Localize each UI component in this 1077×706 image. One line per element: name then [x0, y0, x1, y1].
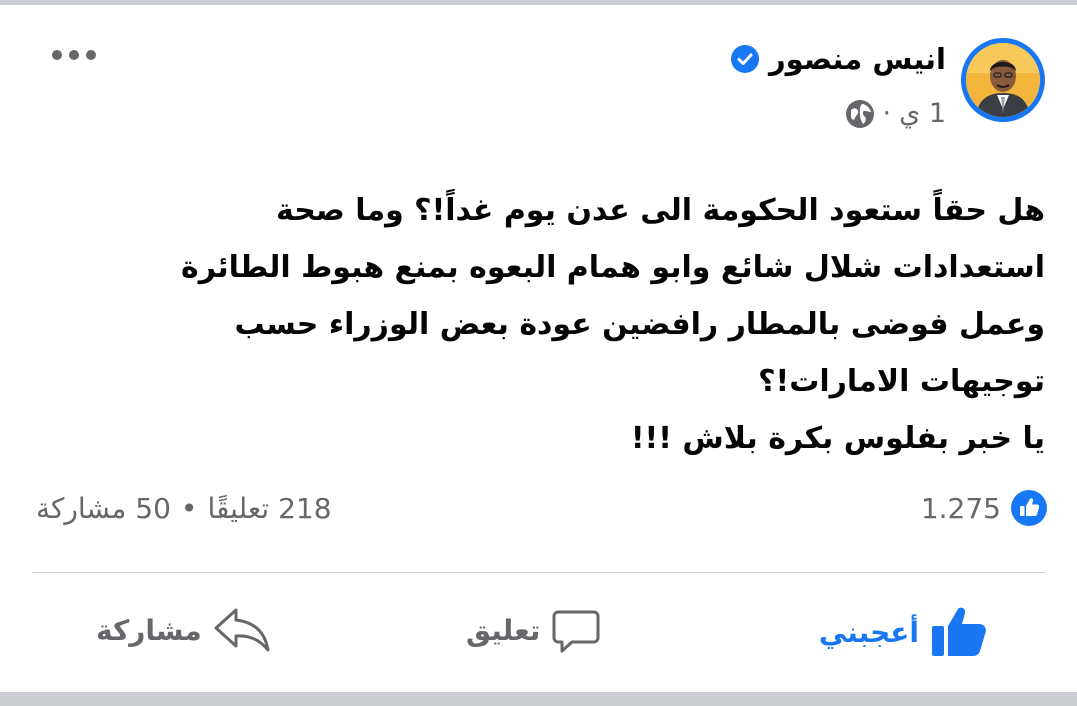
meta-separator: · [882, 98, 892, 129]
like-button[interactable]: أعجبني [819, 606, 987, 658]
share-label: مشاركة [96, 613, 202, 647]
more-dot [52, 50, 62, 60]
like-label: أعجبني [818, 615, 919, 649]
comments-count[interactable]: 218 تعليقًا [207, 492, 331, 525]
engagement-stats: 218 تعليقًا • 50 مشاركة [36, 492, 332, 525]
reactions-count: 1.275 [920, 491, 1001, 525]
post-text-line: يا خبر بفلوس بكرة بلاش !!! [630, 421, 1045, 456]
bottom-separator-band [0, 692, 1077, 706]
post-text-line: استعدادات شلال شائع وابو همام البعوه بمن… [180, 250, 1045, 285]
globe-icon [845, 99, 874, 128]
share-button[interactable]: مشاركة [96, 606, 270, 654]
thumbs-up-icon [932, 607, 986, 656]
post-body: هل حقاً ستعود الحكومة الى عدن يوم غداً!؟… [25, 182, 1045, 467]
more-options-icon[interactable] [52, 50, 96, 60]
avatar[interactable] [961, 38, 1045, 122]
share-arrow-icon [214, 608, 270, 652]
stats-separator: • [180, 492, 198, 525]
more-dot [69, 50, 79, 60]
divider [32, 572, 1045, 573]
avatar-photo [966, 43, 1040, 117]
post-header: انيس منصور [730, 42, 946, 76]
top-separator-band [0, 0, 1077, 5]
verified-badge-icon [730, 45, 759, 73]
like-badge-icon [1011, 490, 1047, 526]
comment-button[interactable]: تعليق [466, 606, 600, 654]
post-text-line: وعمل فوضى بالمطار رافضين عودة بعض الوزرا… [234, 307, 1045, 342]
comment-bubble-icon [552, 610, 600, 653]
shares-count[interactable]: 50 مشاركة [36, 492, 171, 525]
comment-label: تعليق [466, 613, 541, 647]
reactions-summary[interactable]: 1.275 [921, 490, 1047, 526]
post-text-line: هل حقاً ستعود الحكومة الى عدن يوم غداً!؟… [276, 193, 1045, 228]
post-meta: 1 ي · [845, 98, 946, 129]
post-time[interactable]: 1 ي [899, 98, 946, 129]
author-name[interactable]: انيس منصور [769, 42, 946, 76]
more-dot [86, 50, 96, 60]
post-text-line: توجيهات الامارات!؟ [758, 364, 1045, 399]
